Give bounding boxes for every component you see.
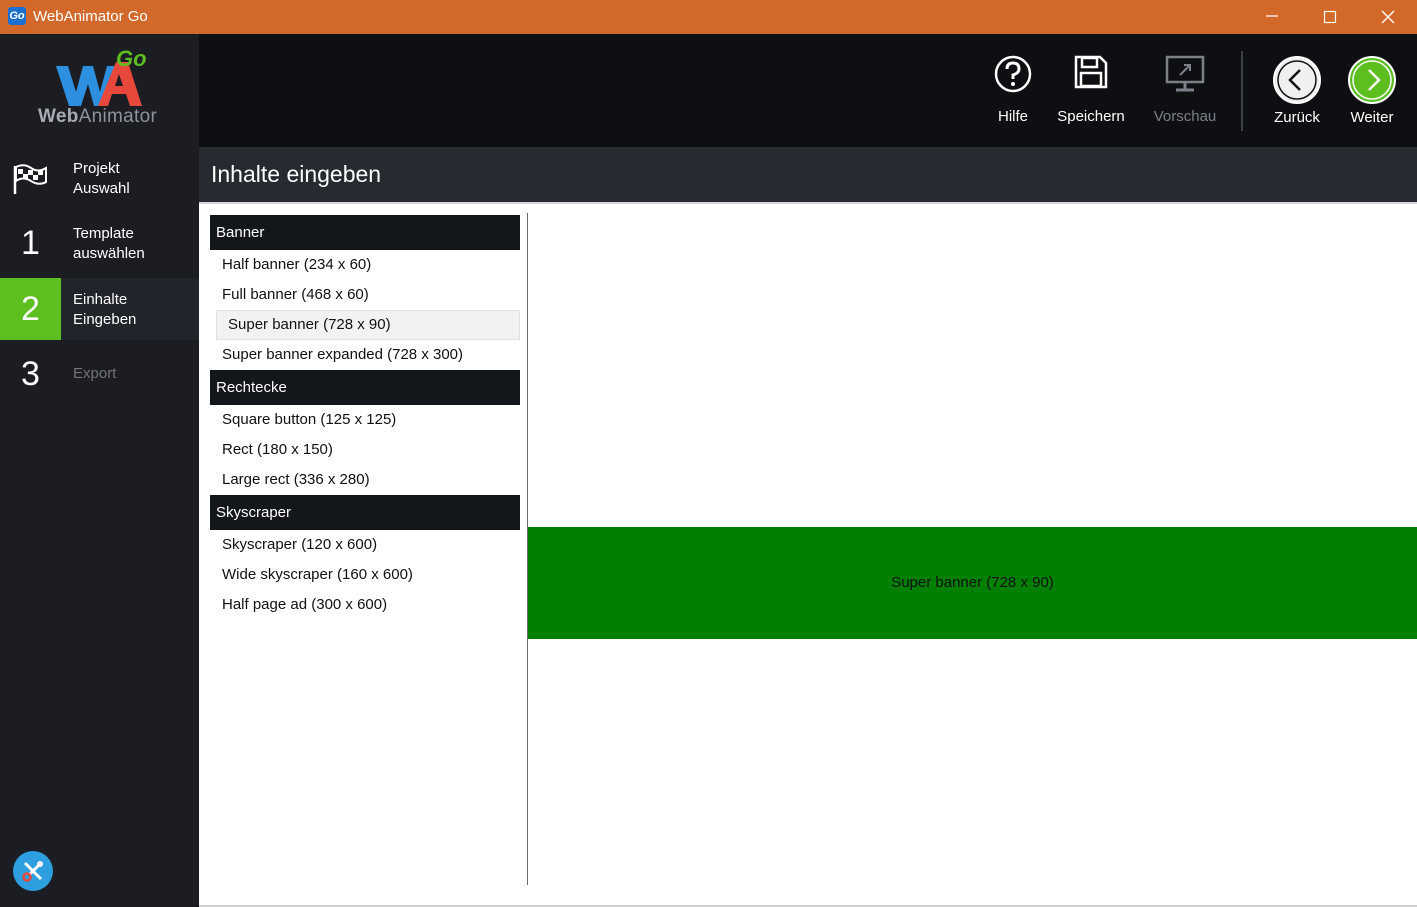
help-label: Hilfe — [997, 108, 1028, 125]
save-label: Speichern — [1057, 108, 1125, 125]
list-item[interactable]: Skyscraper (120 x 600) — [210, 530, 520, 560]
minimize-button[interactable] — [1243, 0, 1301, 34]
preview-label: Vorschau — [1153, 108, 1217, 125]
back-label: Zurück — [1274, 109, 1320, 126]
maximize-icon — [1323, 10, 1337, 24]
monitor-icon — [1165, 55, 1205, 92]
sidebar-item-export[interactable]: 3 Export — [0, 343, 199, 405]
minimize-icon — [1266, 15, 1278, 17]
maximize-button[interactable] — [1301, 0, 1359, 34]
banner-preview[interactable]: Super banner (728 x 90) — [528, 527, 1417, 639]
app-icon: Go — [8, 7, 26, 25]
sidebar-item-label: Einhalte Eingeben — [73, 291, 137, 328]
group-header-banner: Banner — [210, 215, 520, 250]
list-item[interactable]: Square button (125 x 125) — [210, 405, 520, 435]
chevron-right-icon — [1348, 56, 1396, 104]
preview-button[interactable]: Vorschau — [1149, 34, 1221, 147]
flag-icon — [13, 164, 47, 194]
sidebar-item-label: Export — [73, 365, 117, 382]
step-number: 2 — [0, 278, 61, 340]
help-icon — [994, 55, 1032, 93]
next-button[interactable]: Weiter — [1342, 34, 1402, 147]
toolbar: Hilfe Speichern Vorschau Zurück Weiter — [199, 34, 1417, 147]
group-header-rechtecke: Rechtecke — [210, 370, 520, 405]
help-button[interactable]: Hilfe — [985, 34, 1041, 147]
step-number: 3 — [21, 355, 40, 393]
logo-text: WebAnimator — [38, 106, 158, 127]
sidebar-item-projekt-auswahl[interactable]: Projekt Auswahl — [0, 147, 199, 209]
list-item[interactable]: Super banner expanded (728 x 300) — [210, 340, 520, 370]
list-item[interactable]: Half page ad (300 x 600) — [210, 590, 520, 620]
list-item[interactable]: Rect (180 x 150) — [210, 435, 520, 465]
close-icon — [1381, 10, 1395, 24]
title-bar: Go WebAnimator Go — [0, 0, 1417, 34]
sidebar: Go WebAnimator Projekt Auswahl 1 Templat… — [0, 34, 199, 907]
step-number: 1 — [21, 224, 40, 262]
sidebar-item-label: Template auswählen — [73, 225, 145, 262]
toolbar-separator — [1241, 51, 1243, 131]
list-item[interactable]: Full banner (468 x 60) — [210, 280, 520, 310]
back-button[interactable]: Zurück — [1267, 34, 1327, 147]
list-item[interactable]: Large rect (336 x 280) — [210, 465, 520, 495]
logo-badge: Go — [116, 46, 147, 71]
list-item[interactable]: Half banner (234 x 60) — [210, 250, 520, 280]
sidebar-item-label: Projekt Auswahl — [73, 160, 130, 197]
list-item[interactable]: Wide skyscraper (160 x 600) — [210, 560, 520, 590]
save-icon — [1074, 55, 1108, 89]
sidebar-item-template-auswaehlen[interactable]: 1 Template auswählen — [0, 212, 199, 274]
next-label: Weiter — [1350, 109, 1394, 126]
list-item-selected[interactable]: Super banner (728 x 90) — [216, 310, 520, 340]
group-header-skyscraper: Skyscraper — [210, 495, 520, 530]
close-button[interactable] — [1359, 0, 1417, 34]
sidebar-item-einhalte-eingeben[interactable]: 2 Einhalte Eingeben — [0, 278, 199, 340]
save-button[interactable]: Speichern — [1055, 34, 1127, 147]
chevron-left-icon — [1273, 56, 1321, 104]
format-list: Banner Half banner (234 x 60) Full banne… — [210, 215, 520, 620]
wrench-screwdriver-icon — [22, 861, 43, 882]
tools-button[interactable] — [13, 851, 53, 891]
header-divider — [199, 202, 1417, 204]
section-header: Inhalte eingeben — [199, 147, 1417, 202]
page-title: Inhalte eingeben — [211, 161, 382, 187]
window-title: WebAnimator Go — [33, 8, 148, 25]
